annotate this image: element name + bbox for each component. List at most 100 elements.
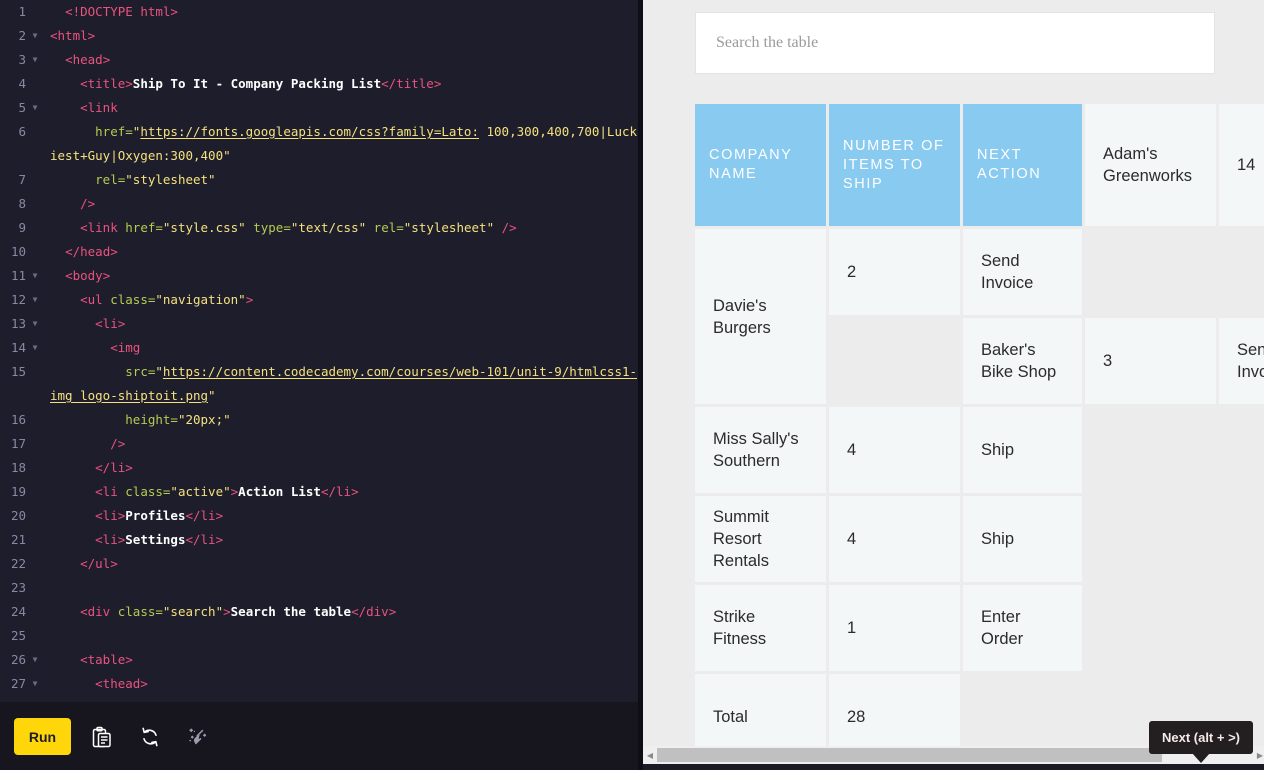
line-number: 17	[10, 436, 26, 451]
code-token-str: "	[208, 388, 216, 403]
line-number: 6	[18, 124, 26, 139]
code-text[interactable]: <li>Profiles</li>	[44, 504, 638, 528]
code-line[interactable]: 9 <link href="style.css" type="text/css"…	[0, 216, 638, 240]
code-text[interactable]: <li>Settings</li>	[44, 528, 638, 552]
code-line[interactable]: 13 ▼ <li>	[0, 312, 638, 336]
preview-bottom-bar	[643, 764, 1264, 770]
code-line[interactable]: 17 />	[0, 432, 638, 456]
code-text[interactable]: <title>Ship To It - Company Packing List…	[44, 72, 638, 96]
code-text[interactable]: />	[44, 192, 638, 216]
code-text[interactable]: <ul class="navigation">	[44, 288, 638, 312]
code-line[interactable]: 22 </ul>	[0, 552, 638, 576]
reset-icon[interactable]	[133, 720, 167, 754]
code-line[interactable]: 2 ▼ <html>	[0, 24, 638, 48]
code-line[interactable]: 5 ▼ <link	[0, 96, 638, 120]
fold-toggle-icon[interactable]: ▼	[26, 288, 44, 312]
code-line[interactable]: 3 ▼ <head>	[0, 48, 638, 72]
code-line[interactable]: 14 ▼ <img	[0, 336, 638, 360]
code-text[interactable]: </ul>	[44, 552, 638, 576]
code-token-str: "stylesheet"	[125, 172, 216, 187]
code-line[interactable]: 11 ▼ <body>	[0, 264, 638, 288]
code-token-txt: Ship To It - Company Packing List	[132, 76, 382, 91]
code-text[interactable]: rel="stylesheet"	[44, 168, 638, 192]
scrollbar-thumb[interactable]	[657, 748, 1162, 762]
fold-toggle-icon[interactable]: ▼	[26, 48, 44, 72]
code-line[interactable]: 18 </li>	[0, 456, 638, 480]
format-broom-icon[interactable]	[181, 720, 215, 754]
code-text[interactable]: <link	[44, 96, 638, 120]
code-editor-pane[interactable]: 1 <!DOCTYPE html> 2 ▼ <html> 3 ▼ <head> 4 <tit…	[0, 0, 638, 770]
line-number: 2	[18, 28, 26, 43]
table-cell: Summit Resort Rentals	[695, 496, 826, 582]
fold-toggle-icon[interactable]: ▼	[26, 24, 44, 48]
fold-toggle-icon[interactable]: ▼	[26, 648, 44, 672]
code-line[interactable]: 26 ▼ <table>	[0, 648, 638, 672]
search-input[interactable]: Search the table	[695, 12, 1215, 74]
line-number: 16	[10, 412, 26, 427]
scroll-left-arrow-icon[interactable]: ◀	[643, 746, 657, 764]
code-text[interactable]: <img	[44, 336, 638, 360]
table-cell: 4	[829, 496, 960, 582]
code-line[interactable]: 19 <li class="active">Action List</li>	[0, 480, 638, 504]
line-number: 24	[10, 604, 26, 619]
code-token-str: "style.css"	[162, 220, 246, 235]
code-text[interactable]: <li class="active">Action List</li>	[44, 480, 638, 504]
fold-toggle-icon[interactable]: ▼	[26, 312, 44, 336]
code-text[interactable]: />	[44, 432, 638, 456]
code-token-tag: <img	[110, 340, 141, 355]
scroll-right-arrow-icon[interactable]: ▶	[1253, 746, 1264, 764]
code-line[interactable]: 1 <!DOCTYPE html>	[0, 0, 638, 24]
code-token-tag: />	[80, 196, 96, 211]
fold-toggle-icon[interactable]: ▼	[26, 672, 44, 696]
line-number: 10	[10, 244, 26, 259]
fold-toggle-icon[interactable]: ▼	[26, 264, 44, 288]
code-token-attr: class=	[110, 292, 156, 307]
code-text[interactable]: </li>	[44, 456, 638, 480]
code-text[interactable]: </head>	[44, 240, 638, 264]
code-text[interactable]: <html>	[44, 24, 638, 48]
code-line[interactable]: 15 src="https://content.codecademy.com/c…	[0, 360, 638, 408]
line-number: 20	[10, 508, 26, 523]
code-line[interactable]: 4 <title>Ship To It - Company Packing Li…	[0, 72, 638, 96]
code-line[interactable]: 12 ▼ <ul class="navigation">	[0, 288, 638, 312]
code-text[interactable]: <table>	[44, 648, 638, 672]
code-line[interactable]: 8 />	[0, 192, 638, 216]
code-token-tag: >	[223, 604, 231, 619]
code-text[interactable]: <thead>	[44, 672, 638, 696]
fold-toggle-icon[interactable]: ▼	[26, 336, 44, 360]
code-token-str: "search"	[162, 604, 224, 619]
code-text[interactable]: <body>	[44, 264, 638, 288]
code-line[interactable]: 23	[0, 576, 638, 600]
code-text[interactable]: <head>	[44, 48, 638, 72]
code-lines-container[interactable]: 1 <!DOCTYPE html> 2 ▼ <html> 3 ▼ <head> 4 <tit…	[0, 0, 638, 696]
code-text[interactable]: <div class="search">Search the table</di…	[44, 600, 638, 624]
code-text[interactable]: src="https://content.codecademy.com/cour…	[44, 360, 638, 408]
code-line[interactable]: 20 <li>Profiles</li>	[0, 504, 638, 528]
code-line[interactable]: 10 </head>	[0, 240, 638, 264]
code-line[interactable]: 16 height="20px;"	[0, 408, 638, 432]
code-text[interactable]: height="20px;"	[44, 408, 638, 432]
code-line[interactable]: 24 <div class="search">Search the table<…	[0, 600, 638, 624]
clipboard-icon[interactable]	[85, 720, 119, 754]
code-line[interactable]: 27 ▼ <thead>	[0, 672, 638, 696]
code-text[interactable]: <link href="style.css" type="text/css" r…	[44, 216, 638, 240]
code-text[interactable]: <li>	[44, 312, 638, 336]
codecademy-editor-app: 1 <!DOCTYPE html> 2 ▼ <html> 3 ▼ <head> 4 <tit…	[0, 0, 1264, 770]
code-line[interactable]: 6 href="https://fonts.googleapis.com/css…	[0, 120, 638, 168]
table-row: Miss Sally's Southern 4 Ship	[695, 407, 1264, 493]
run-button[interactable]: Run	[14, 718, 71, 755]
code-text[interactable]: <!DOCTYPE html>	[44, 0, 638, 24]
code-token-txt: Search the table	[230, 604, 352, 619]
code-line[interactable]: 25	[0, 624, 638, 648]
code-line[interactable]: 7 rel="stylesheet"	[0, 168, 638, 192]
table-cell: Davie's Burgers	[695, 229, 826, 404]
fold-toggle-icon[interactable]: ▼	[26, 96, 44, 120]
code-editor-scroll-area[interactable]: 1 <!DOCTYPE html> 2 ▼ <html> 3 ▼ <head> 4 <tit…	[0, 0, 638, 702]
code-line[interactable]: 21 <li>Settings</li>	[0, 528, 638, 552]
code-text[interactable]: href="https://fonts.googleapis.com/css?f…	[44, 120, 638, 168]
